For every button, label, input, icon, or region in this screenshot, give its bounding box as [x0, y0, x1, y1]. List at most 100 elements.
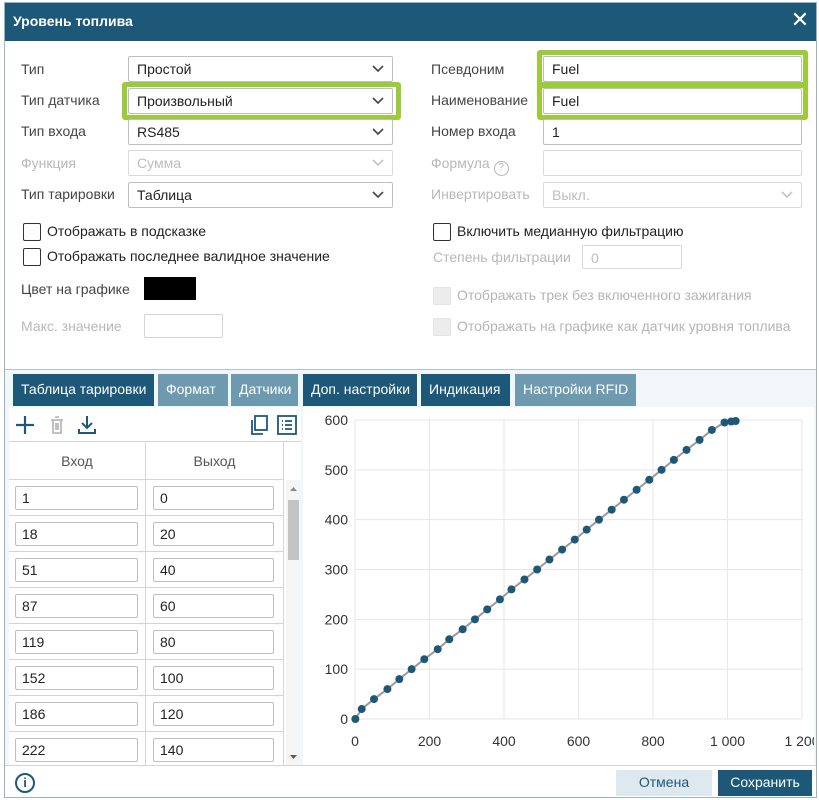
scroll-up-icon[interactable]	[286, 482, 301, 496]
tab-sensors[interactable]: Датчики	[231, 374, 298, 406]
input-value-field[interactable]: 152	[15, 666, 138, 690]
tab-rfid-settings[interactable]: Настройки RFID	[515, 374, 636, 406]
calibration-chart: 0 200 400 600 800 1 000 1 200 0 100 200 300 400 500 6…	[303, 407, 819, 765]
alias-input[interactable]: Fuel	[543, 56, 802, 82]
max-value-input[interactable]	[144, 314, 223, 338]
download-icon[interactable]	[75, 413, 99, 437]
calibration-table: Вход Выход 1 0 18 20 51 40 87 60 119 80 152 100 186 1…	[9, 441, 301, 768]
y-tick-label: 200	[325, 611, 349, 627]
input-value-field[interactable]: 1	[15, 486, 138, 510]
y-tick-label: 600	[325, 412, 349, 428]
input-type-label: Тип входа	[21, 123, 86, 139]
column-header-output: Выход	[146, 442, 284, 480]
name-input[interactable]: Fuel	[543, 88, 802, 114]
function-select-value: Сумма	[137, 155, 181, 171]
x-tick-label: 1 200	[784, 733, 814, 749]
show-in-tooltip-checkbox[interactable]	[23, 223, 41, 241]
input-value-field[interactable]: 222	[15, 738, 138, 762]
cell-output: 80	[146, 624, 284, 660]
list-icon[interactable]	[275, 413, 299, 437]
data-point	[594, 515, 603, 524]
tab-indication[interactable]: Индикация	[421, 374, 510, 406]
data-point	[682, 445, 691, 454]
input-value-field[interactable]: 51	[15, 558, 138, 582]
data-point	[632, 485, 641, 494]
close-icon[interactable]: ✕	[790, 9, 810, 31]
tab-extra-settings[interactable]: Доп. настройки	[303, 374, 417, 406]
cell-output: 40	[146, 552, 284, 588]
table-row: 10	[9, 480, 284, 516]
tab-calibration-table[interactable]: Таблица тарировки	[13, 374, 154, 406]
input-value-field[interactable]: 87	[15, 594, 138, 618]
output-value-field[interactable]: 20	[153, 522, 274, 546]
calibration-chart-svg: 0 200 400 600 800 1 000 1 200 0 100 200 300 400 500 6…	[325, 412, 819, 749]
input-value-field[interactable]: 18	[15, 522, 138, 546]
calibration-type-select[interactable]: Таблица	[128, 182, 393, 208]
invert-select: Выкл.	[543, 182, 802, 208]
cell-input: 1	[9, 480, 146, 516]
alias-label: Псевдоним	[431, 61, 505, 77]
input-number-field[interactable]: 1	[543, 119, 802, 145]
cell-output: 100	[146, 660, 284, 696]
formula-label: Формула?	[431, 155, 509, 176]
output-value-field[interactable]: 100	[153, 666, 274, 690]
input-type-select[interactable]: RS485	[128, 119, 393, 145]
data-point	[407, 665, 416, 674]
x-tick-label: 1 000	[710, 733, 745, 749]
output-value-field[interactable]: 140	[153, 738, 274, 762]
input-value-field[interactable]: 119	[15, 630, 138, 654]
table-row: 18 20	[9, 516, 284, 552]
output-value-field[interactable]: 80	[153, 630, 274, 654]
input-number-label: Номер входа	[431, 123, 516, 139]
output-value-field[interactable]: 40	[153, 558, 274, 582]
column-header-input: Вход	[9, 442, 146, 480]
info-icon[interactable]: i	[15, 773, 35, 793]
table-row: 119 80	[9, 624, 284, 660]
input-value-field[interactable]: 186	[15, 702, 138, 726]
y-tick-label: 400	[325, 512, 349, 528]
show-last-valid-checkbox[interactable]	[23, 248, 41, 266]
data-point	[607, 505, 616, 514]
chevron-down-icon	[372, 65, 384, 73]
median-filter-label: Включить медианную фильтрацию	[457, 223, 684, 239]
data-point	[570, 535, 579, 544]
chevron-down-icon	[372, 97, 384, 105]
invert-select-value: Выкл.	[552, 187, 590, 203]
scrollbar-thumb[interactable]	[288, 500, 299, 560]
function-select: Сумма	[128, 150, 393, 176]
sensor-type-select[interactable]: Произвольный	[128, 88, 393, 114]
data-point	[669, 455, 678, 464]
data-point	[695, 435, 704, 444]
data-point	[395, 675, 404, 684]
add-icon[interactable]	[13, 413, 37, 437]
type-select[interactable]: Простой	[128, 56, 393, 82]
cell-output: 140	[146, 732, 284, 768]
save-button[interactable]: Сохранить	[718, 770, 812, 796]
data-point	[433, 645, 442, 654]
table-scrollbar[interactable]	[286, 480, 301, 766]
table-row: 222 140	[9, 732, 284, 768]
max-value-label: Макс. значение	[21, 318, 122, 334]
calibration-type-select-value: Таблица	[137, 187, 192, 203]
tab-format[interactable]: Формат	[158, 374, 228, 406]
data-point	[619, 495, 628, 504]
type-label: Тип	[21, 61, 45, 77]
output-value-field[interactable]: 60	[153, 594, 274, 618]
scroll-down-icon[interactable]	[286, 750, 301, 764]
trash-icon[interactable]	[45, 413, 69, 437]
formula-label-text: Формула	[431, 155, 490, 171]
track-no-ignition-label: Отображать трек без включенного зажигани…	[457, 287, 752, 303]
output-value-field[interactable]: 120	[153, 702, 274, 726]
median-filter-checkbox[interactable]	[433, 223, 451, 241]
data-point	[483, 605, 492, 614]
graph-color-label: Цвет на графике	[21, 281, 130, 297]
show-last-valid-label: Отображать последнее валидное значение	[47, 248, 330, 264]
invert-label: Инвертировать	[431, 186, 530, 202]
graph-color-swatch[interactable]	[144, 277, 196, 300]
table-row: 186 120	[9, 696, 284, 732]
cancel-button[interactable]: Отмена	[616, 770, 712, 796]
cell-input: 152	[9, 660, 146, 696]
output-value-field[interactable]: 0	[153, 486, 274, 510]
copy-icon[interactable]	[247, 413, 271, 437]
filter-degree-value: 0	[591, 250, 599, 266]
